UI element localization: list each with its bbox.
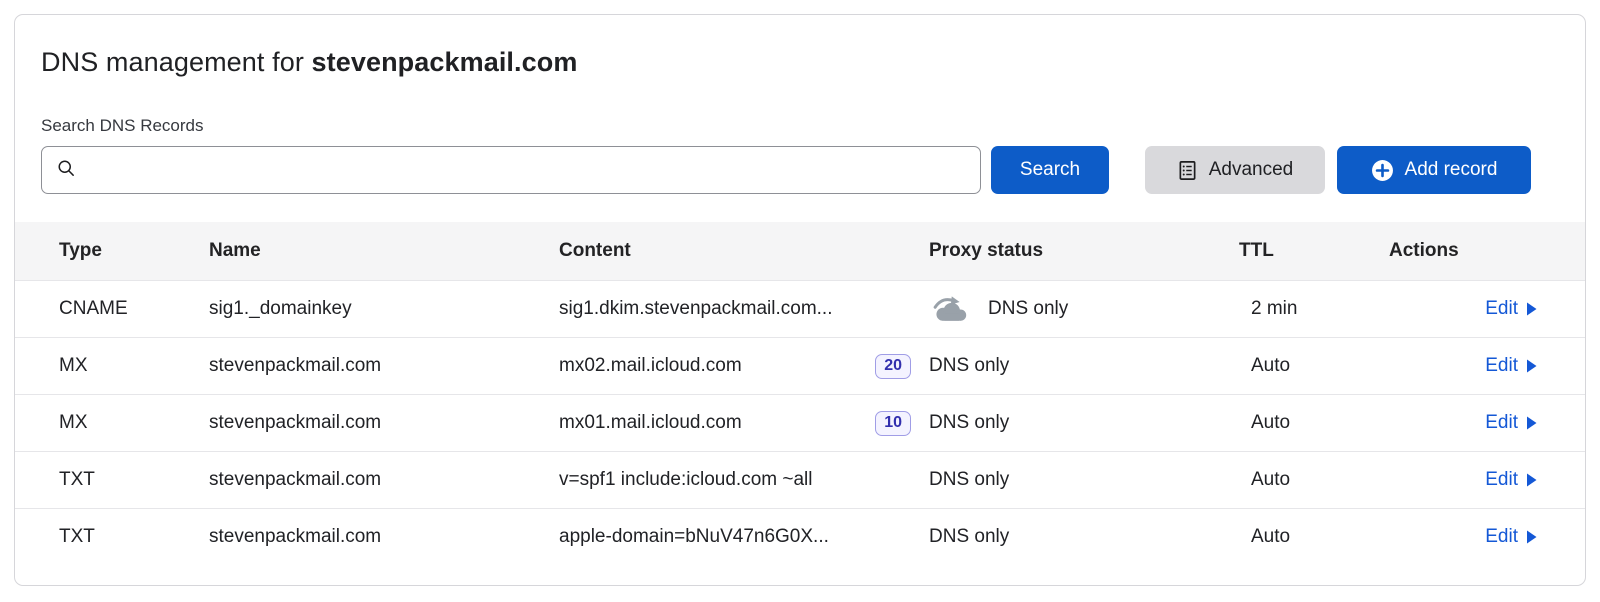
record-content-text: sig1.dkim.stevenpackmail.com... xyxy=(559,298,833,320)
edit-button[interactable]: Edit xyxy=(1485,355,1537,377)
column-header-actions: Actions xyxy=(1389,240,1537,262)
record-actions: Edit xyxy=(1389,412,1537,434)
table-row-mx-20: MX stevenpackmail.com mx02.mail.icloud.c… xyxy=(15,337,1585,394)
proxy-status-cell: DNS only xyxy=(929,412,1239,434)
edit-button-label: Edit xyxy=(1485,469,1518,491)
column-header-proxy-status: Proxy status xyxy=(929,240,1239,262)
record-content-text: mx02.mail.icloud.com xyxy=(559,355,742,377)
edit-button-label: Edit xyxy=(1485,412,1518,434)
record-ttl: 2 min xyxy=(1239,298,1389,320)
page-title: DNS management for stevenpackmail.com xyxy=(41,47,1531,78)
column-header-name: Name xyxy=(209,240,559,262)
advanced-button[interactable]: Advanced xyxy=(1145,146,1325,194)
chevron-right-icon xyxy=(1527,530,1537,544)
mx-priority-badge: 20 xyxy=(875,354,911,379)
column-header-type: Type xyxy=(59,240,209,262)
table-row-cname: CNAME sig1._domainkey sig1.dkim.stevenpa… xyxy=(15,280,1585,337)
page-title-prefix: DNS management for xyxy=(41,47,312,77)
table-header-row: Type Name Content Proxy status TTL Actio… xyxy=(15,222,1585,280)
proxy-status-label: DNS only xyxy=(988,298,1068,320)
chevron-right-icon xyxy=(1527,416,1537,430)
table-row-txt-apple: TXT stevenpackmail.com apple-domain=bNuV… xyxy=(15,508,1585,565)
advanced-button-label: Advanced xyxy=(1209,159,1294,181)
search-input[interactable] xyxy=(86,147,966,193)
dns-only-cloud-icon xyxy=(929,294,971,324)
record-content: v=spf1 include:icloud.com ~all xyxy=(559,469,929,491)
dns-records-table: Type Name Content Proxy status TTL Actio… xyxy=(15,222,1585,565)
record-type: MX xyxy=(59,355,209,377)
record-content-text: v=spf1 include:icloud.com ~all xyxy=(559,469,812,491)
search-icon xyxy=(56,158,76,183)
table-row-mx-10: MX stevenpackmail.com mx01.mail.icloud.c… xyxy=(15,394,1585,451)
proxy-status-cell: DNS only xyxy=(929,526,1239,548)
record-actions: Edit xyxy=(1389,298,1537,320)
chevron-right-icon xyxy=(1527,302,1537,316)
advanced-list-icon xyxy=(1177,160,1198,181)
plus-circle-icon xyxy=(1371,159,1394,182)
record-name: stevenpackmail.com xyxy=(209,526,559,548)
record-actions: Edit xyxy=(1389,526,1537,548)
search-button[interactable]: Search xyxy=(991,146,1109,194)
edit-button-label: Edit xyxy=(1485,526,1518,548)
edit-button[interactable]: Edit xyxy=(1485,469,1537,491)
record-actions: Edit xyxy=(1389,355,1537,377)
record-content: mx02.mail.icloud.com 20 xyxy=(559,354,929,379)
record-type: TXT xyxy=(59,469,209,491)
table-row-txt-spf: TXT stevenpackmail.com v=spf1 include:ic… xyxy=(15,451,1585,508)
record-ttl: Auto xyxy=(1239,355,1389,377)
record-ttl: Auto xyxy=(1239,526,1389,548)
dns-management-card: DNS management for stevenpackmail.com Se… xyxy=(14,14,1586,586)
column-header-content: Content xyxy=(559,240,929,262)
record-name: stevenpackmail.com xyxy=(209,355,559,377)
chevron-right-icon xyxy=(1527,359,1537,373)
proxy-status-cell: DNS only xyxy=(929,469,1239,491)
chevron-right-icon xyxy=(1527,473,1537,487)
add-record-button-label: Add record xyxy=(1405,159,1498,181)
edit-button-label: Edit xyxy=(1485,355,1518,377)
search-label: Search DNS Records xyxy=(41,116,1531,136)
record-name: sig1._domainkey xyxy=(209,298,559,320)
record-content-text: apple-domain=bNuV47n6G0X... xyxy=(559,526,829,548)
edit-button[interactable]: Edit xyxy=(1485,526,1537,548)
proxy-status-label: DNS only xyxy=(929,526,1009,548)
record-ttl: Auto xyxy=(1239,412,1389,434)
record-content: apple-domain=bNuV47n6G0X... xyxy=(559,526,929,548)
record-name: stevenpackmail.com xyxy=(209,412,559,434)
search-controls: Search Advanced Add record xyxy=(41,146,1531,194)
column-header-ttl: TTL xyxy=(1239,240,1389,262)
proxy-status-cell: DNS only xyxy=(929,294,1239,324)
proxy-status-label: DNS only xyxy=(929,355,1009,377)
mx-priority-badge: 10 xyxy=(875,411,911,436)
edit-button[interactable]: Edit xyxy=(1485,412,1537,434)
proxy-status-cell: DNS only xyxy=(929,355,1239,377)
record-content: sig1.dkim.stevenpackmail.com... xyxy=(559,298,929,320)
proxy-status-label: DNS only xyxy=(929,469,1009,491)
record-actions: Edit xyxy=(1389,469,1537,491)
add-record-button[interactable]: Add record xyxy=(1337,146,1531,194)
record-ttl: Auto xyxy=(1239,469,1389,491)
edit-button[interactable]: Edit xyxy=(1485,298,1537,320)
edit-button-label: Edit xyxy=(1485,298,1518,320)
proxy-status-label: DNS only xyxy=(929,412,1009,434)
record-type: TXT xyxy=(59,526,209,548)
domain-name: stevenpackmail.com xyxy=(312,47,578,77)
card-header: DNS management for stevenpackmail.com Se… xyxy=(15,15,1585,194)
record-type: CNAME xyxy=(59,298,209,320)
record-content: mx01.mail.icloud.com 10 xyxy=(559,411,929,436)
record-content-text: mx01.mail.icloud.com xyxy=(559,412,742,434)
record-name: stevenpackmail.com xyxy=(209,469,559,491)
record-type: MX xyxy=(59,412,209,434)
search-box[interactable] xyxy=(41,146,981,194)
